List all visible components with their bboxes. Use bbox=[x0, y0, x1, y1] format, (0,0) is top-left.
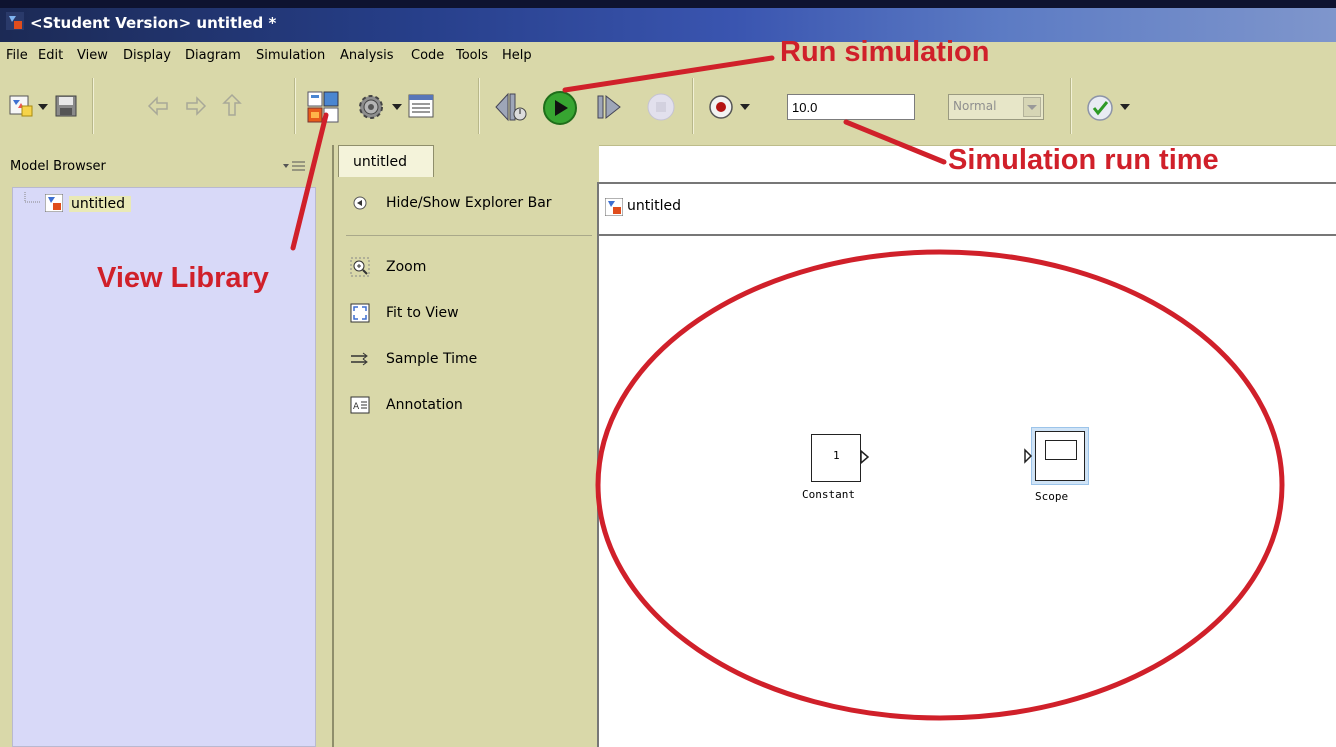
run-simulation-annotation: Run simulation bbox=[780, 36, 990, 68]
simulation-run-time-pointer bbox=[843, 119, 947, 165]
canvas-highlight-ellipse bbox=[595, 249, 1285, 721]
view-library-annotation: View Library bbox=[97, 262, 269, 294]
annotation-overlay bbox=[290, 55, 1285, 721]
simulation-run-time-annotation: Simulation run time bbox=[948, 144, 1219, 176]
run-simulation-pointer bbox=[562, 55, 775, 93]
view-library-pointer bbox=[290, 112, 329, 251]
